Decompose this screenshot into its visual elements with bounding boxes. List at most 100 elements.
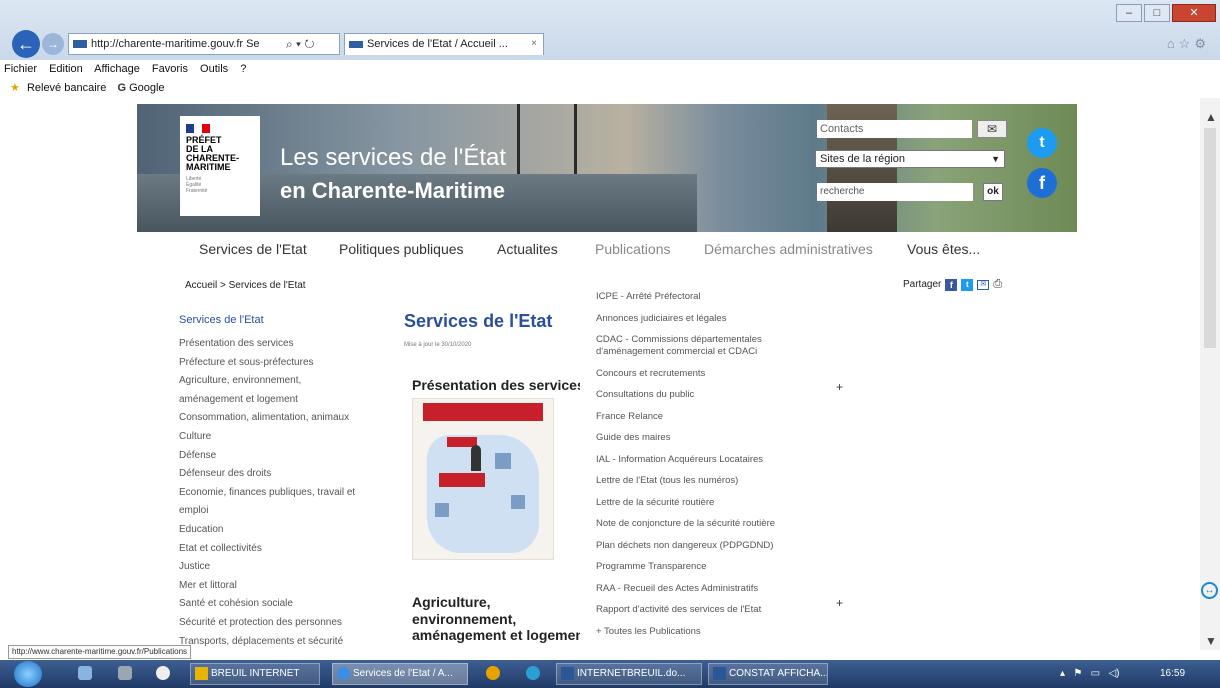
- sidebar-item[interactable]: Consommation, alimentation, animaux: [179, 409, 379, 428]
- back-button[interactable]: ←: [12, 30, 40, 58]
- clock[interactable]: 16:59: [1160, 660, 1185, 688]
- publication-link[interactable]: Programme Transparence: [596, 561, 796, 573]
- system-tray-icons[interactable]: ▴ ⚑ ▭ ◁): [1060, 660, 1119, 688]
- search-ok-button[interactable]: ok: [983, 183, 1003, 201]
- publication-link[interactable]: Annonces judiciaires et légales: [596, 313, 796, 325]
- nav-vous-etes[interactable]: Vous êtes...: [907, 241, 980, 257]
- sidebar-item[interactable]: Présentation des services: [179, 335, 379, 354]
- sidebar-item[interactable]: Sécurité et protection des personnes: [179, 614, 379, 633]
- breadcrumb[interactable]: Accueil > Services de l'Etat: [185, 280, 306, 291]
- publication-link[interactable]: France Relance: [596, 411, 796, 423]
- quicklaunch-icon[interactable]: [118, 666, 132, 680]
- publication-link[interactable]: IAL - Information Acquéreurs Locataires: [596, 454, 796, 466]
- expand-plus-icon[interactable]: +: [836, 380, 843, 394]
- browser-tab[interactable]: Services de l'Etat / Accueil ... ×: [344, 33, 544, 55]
- publication-link[interactable]: ICPE - Arrêté Préfectoral: [596, 291, 796, 303]
- fav-releve-bancaire[interactable]: Relevé bancaire: [27, 82, 107, 94]
- close-window-button[interactable]: ✕: [1172, 4, 1216, 22]
- sidebar-item[interactable]: Justice: [179, 558, 379, 577]
- sidebar-item[interactable]: Défense: [179, 447, 379, 466]
- sidebar-item[interactable]: Préfecture et sous-préfectures: [179, 354, 379, 373]
- publication-link[interactable]: Rapport d'activité des services de l'Eta…: [596, 604, 796, 616]
- publications-list: ICPE - Arrêté Préfectoral Annonces judic…: [596, 291, 796, 647]
- region-select[interactable]: Sites de la région ▼: [815, 150, 1005, 168]
- sidebar-item[interactable]: Economie, finances publiques, travail et: [179, 484, 379, 503]
- favorites-star-icon[interactable]: ★: [10, 82, 20, 94]
- menu-affichage[interactable]: Affichage: [94, 63, 140, 75]
- sidebar-item[interactable]: Mer et littoral: [179, 577, 379, 596]
- menu-fichier[interactable]: Fichier: [4, 63, 37, 75]
- publication-link[interactable]: RAA - Recueil des Actes Administratifs: [596, 583, 796, 595]
- sidebar-item[interactable]: Etat et collectivités: [179, 540, 379, 559]
- sidebar-item[interactable]: Education: [179, 521, 379, 540]
- publication-link[interactable]: Guide des maires: [596, 432, 796, 444]
- sidebar-item[interactable]: aménagement et logement: [179, 391, 379, 410]
- sidebar-item[interactable]: Défenseur des droits: [179, 465, 379, 484]
- publication-link[interactable]: Lettre de l'Etat (tous les numéros): [596, 475, 796, 487]
- sidebar-title[interactable]: Services de l'Etat: [179, 314, 379, 326]
- publication-link[interactable]: Note de conjoncture de la sécurité routi…: [596, 518, 796, 530]
- web-page: PRÉFET DE LA CHARENTE- MARITIME Liberté …: [0, 98, 1200, 650]
- publication-link[interactable]: CDAC - Commissions départementales d'amé…: [596, 334, 796, 358]
- home-favorites-tools-icons[interactable]: ⌂☆⚙: [1167, 36, 1210, 52]
- contacts-field[interactable]: Contacts: [817, 120, 972, 138]
- scroll-thumb[interactable]: [1204, 128, 1216, 348]
- publication-link[interactable]: Lettre de la sécurité routière: [596, 497, 796, 509]
- chrome-icon[interactable]: [486, 666, 500, 680]
- sidebar-item[interactable]: Culture: [179, 428, 379, 447]
- folder-icon: [195, 667, 208, 680]
- share-mail-icon[interactable]: ✉: [977, 279, 990, 290]
- sidebar-item[interactable]: emploi: [179, 502, 379, 521]
- scroll-up-icon[interactable]: ▲: [1205, 110, 1217, 124]
- share-facebook-icon[interactable]: f: [945, 278, 958, 291]
- publication-link[interactable]: + Toutes les Publications: [596, 626, 796, 638]
- word-icon: [713, 667, 726, 680]
- region-select-value: Sites de la région: [820, 153, 905, 165]
- taskbar-item-ie[interactable]: Services de l'Etat / A...: [332, 663, 468, 685]
- app-icon[interactable]: [526, 666, 540, 680]
- sidebar-item[interactable]: Transports, déplacements et sécurité: [179, 633, 379, 651]
- publication-link[interactable]: Concours et recrutements: [596, 368, 796, 380]
- menu-outils[interactable]: Outils: [200, 63, 228, 75]
- page-scrollbar[interactable]: ▲ ▼: [1200, 98, 1220, 650]
- translate-widget-icon[interactable]: ↔: [1201, 582, 1218, 599]
- twitter-icon[interactable]: t: [1027, 128, 1057, 158]
- mail-icon[interactable]: ✉: [977, 120, 1007, 138]
- publication-link[interactable]: Consultations du public: [596, 389, 796, 401]
- maximize-button[interactable]: □: [1144, 4, 1170, 22]
- nav-publications[interactable]: Publications: [595, 241, 671, 257]
- menu-favoris[interactable]: Favoris: [152, 63, 188, 75]
- building-icon: [495, 453, 511, 469]
- fav-google[interactable]: Google: [129, 82, 164, 94]
- expand-plus-icon[interactable]: +: [836, 596, 843, 610]
- taskbar-item-breuil[interactable]: BREUIL INTERNET: [190, 663, 320, 685]
- presentation-infographic[interactable]: [412, 398, 554, 560]
- facebook-icon[interactable]: f: [1027, 168, 1057, 198]
- tab-close-icon[interactable]: ×: [531, 34, 537, 54]
- agriculture-heading[interactable]: Agriculture, environnement, aménagement …: [412, 594, 580, 644]
- prefet-logo[interactable]: PRÉFET DE LA CHARENTE- MARITIME Liberté …: [180, 116, 260, 216]
- sidebar-item[interactable]: Santé et cohésion sociale: [179, 595, 379, 614]
- sidebar-item[interactable]: Agriculture, environnement,: [179, 372, 379, 391]
- quicklaunch-icon[interactable]: [156, 666, 170, 680]
- menu-help[interactable]: ?: [240, 63, 246, 75]
- print-icon[interactable]: ⎙: [993, 278, 1002, 291]
- minimize-button[interactable]: –: [1116, 4, 1142, 22]
- presentation-heading[interactable]: Présentation des services: [412, 377, 580, 393]
- taskbar-item-word1[interactable]: INTERNETBREUIL.do...: [556, 663, 702, 685]
- scroll-down-icon[interactable]: ▼: [1205, 634, 1217, 648]
- nav-demarches[interactable]: Démarches administratives: [704, 241, 873, 257]
- share-twitter-icon[interactable]: t: [961, 278, 974, 291]
- nav-services-etat[interactable]: Services de l'Etat: [199, 241, 307, 257]
- taskbar-item-word2[interactable]: CONSTAT AFFICHA...: [708, 663, 828, 685]
- forward-button[interactable]: →: [42, 33, 64, 55]
- menu-edition[interactable]: Edition: [49, 63, 83, 75]
- start-button[interactable]: [14, 661, 42, 687]
- windows-taskbar: BREUIL INTERNET Services de l'Etat / A..…: [0, 660, 1220, 688]
- nav-politiques-publiques[interactable]: Politiques publiques: [339, 241, 464, 257]
- address-controls[interactable]: ⌕ ▾ ↻: [286, 33, 340, 55]
- show-desktop-icon[interactable]: [78, 666, 92, 680]
- nav-actualites[interactable]: Actualites: [497, 241, 558, 257]
- search-input[interactable]: recherche: [817, 183, 973, 201]
- publication-link[interactable]: Plan déchets non dangereux (PDPGDND): [596, 540, 796, 552]
